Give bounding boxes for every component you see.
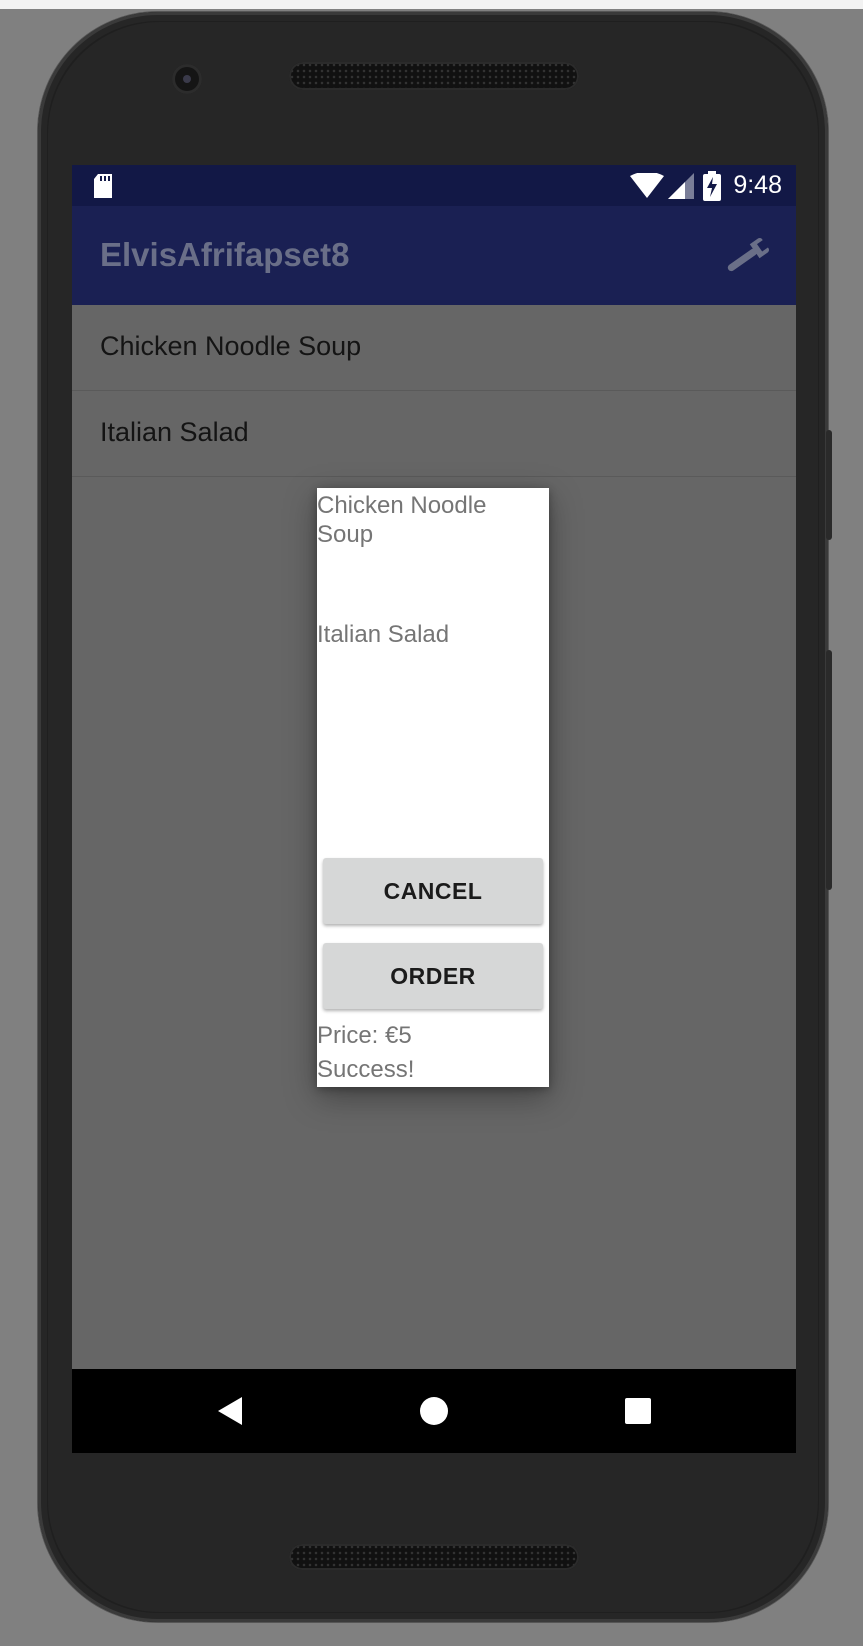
wifi-icon [630,173,664,198]
power-button [826,430,832,540]
sd-card-icon [94,174,112,198]
dialog-item-italian-salad[interactable]: Italian Salad [317,620,449,649]
app-toolbar: ElvisAfrifapset8 [72,206,796,305]
wrench-icon[interactable] [722,234,772,278]
back-triangle-icon[interactable] [208,1389,252,1433]
price-label: Price: €5 [317,1022,412,1049]
bottom-speaker [289,1544,579,1570]
recents-square-icon[interactable] [616,1389,660,1433]
list-item-label: Chicken Noodle Soup [100,331,362,361]
status-time: 9:48 [733,171,782,199]
order-dialog: Chicken Noodle Soup Italian Salad CANCEL… [317,488,549,1087]
order-button[interactable]: ORDER [323,943,543,1009]
app-title: ElvisAfrifapset8 [100,236,350,273]
list-item-italian-salad[interactable]: Italian Salad [72,391,796,477]
navigation-bar [72,1369,796,1453]
dialog-item-chicken-noodle-soup[interactable]: Chicken Noodle Soup [317,491,497,549]
cellular-signal-icon [668,173,694,199]
front-camera [172,64,202,94]
status-message: Success! [317,1056,415,1083]
list-item-chicken-noodle-soup[interactable]: Chicken Noodle Soup [72,305,796,391]
volume-button [826,650,832,890]
earpiece-speaker [289,62,579,90]
window-top-edge [0,0,863,9]
device-screen: 9:48 ElvisAfrifapset8 Chicken Noodle Sou… [72,165,796,1453]
status-bar: 9:48 [72,165,796,206]
home-circle-icon[interactable] [412,1389,456,1433]
cancel-button[interactable]: CANCEL [323,858,543,924]
list-item-label: Italian Salad [100,417,249,447]
battery-charging-icon [703,171,721,201]
